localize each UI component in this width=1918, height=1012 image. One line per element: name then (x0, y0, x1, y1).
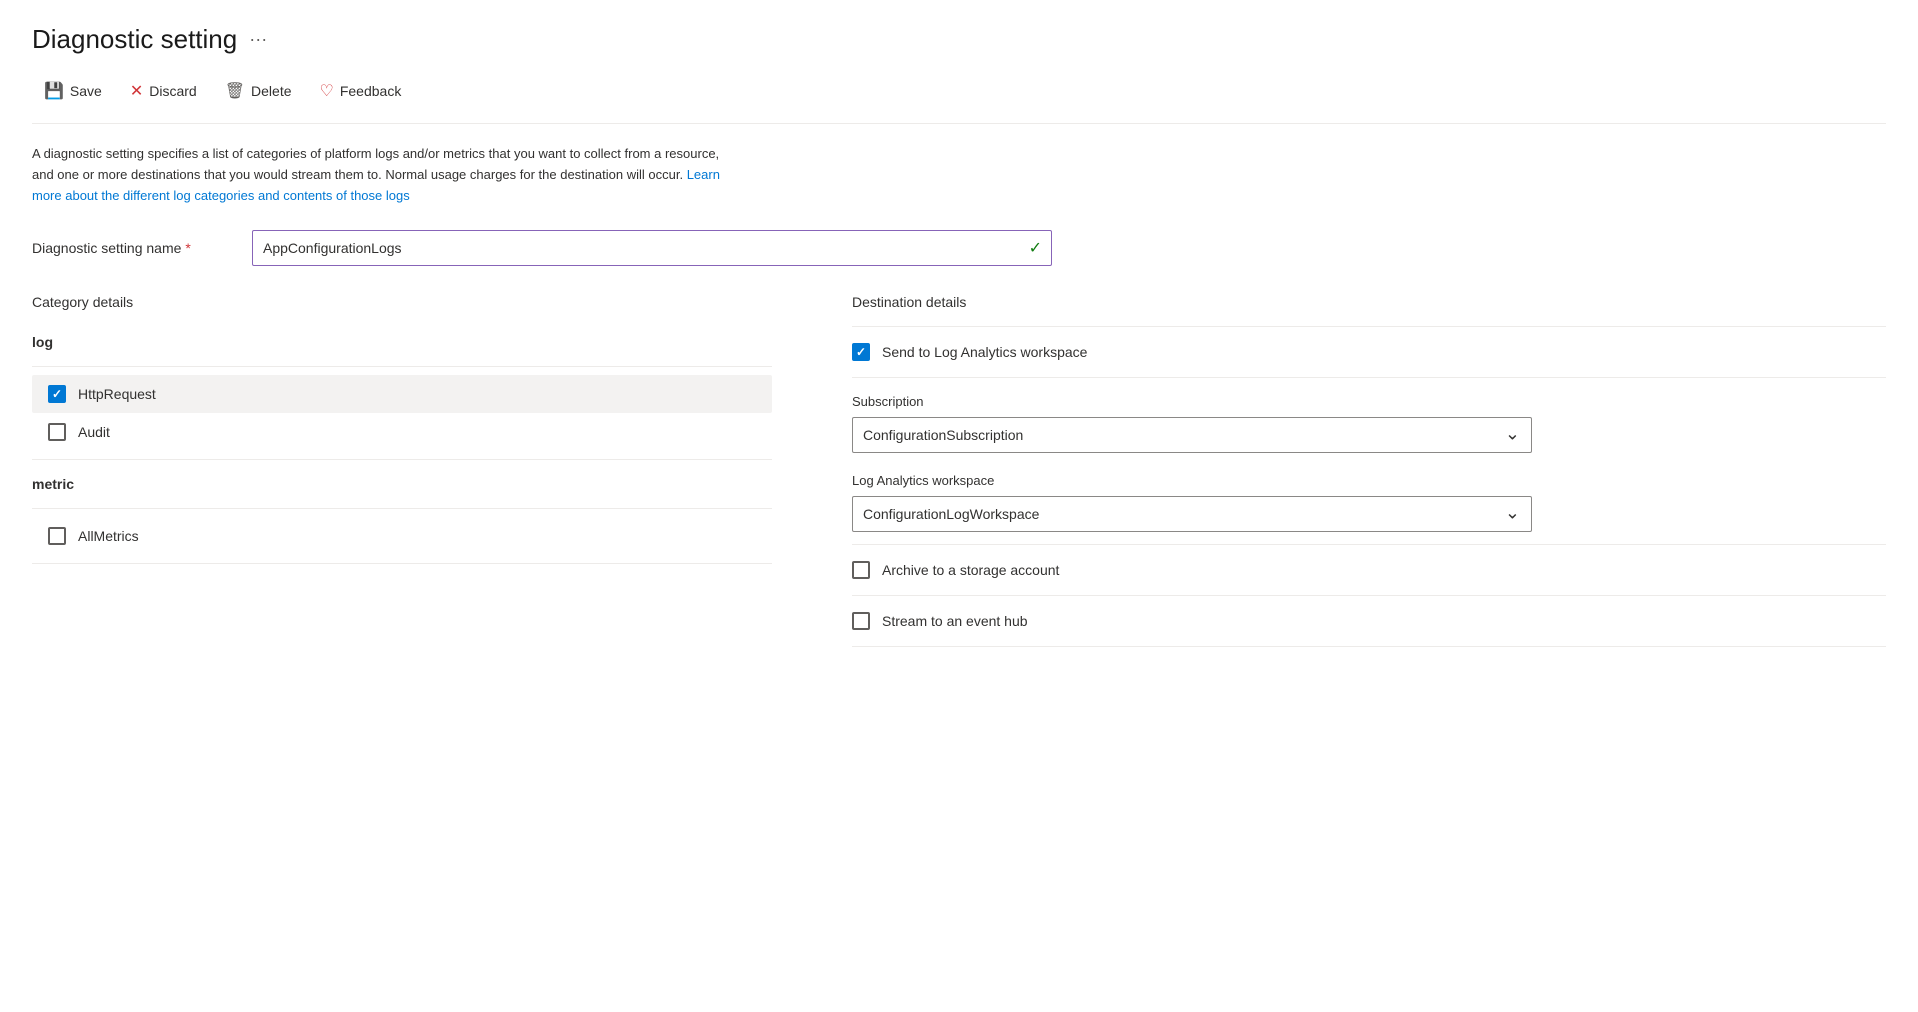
stream-event-hub-checkbox[interactable] (852, 612, 870, 630)
httprequest-label: HttpRequest (78, 386, 156, 402)
delete-icon: 🗑 (225, 81, 245, 101)
subscription-section: Subscription ConfigurationSubscription (852, 382, 1886, 461)
category-item-httprequest[interactable]: HttpRequest (32, 375, 772, 413)
archive-storage-checkbox[interactable] (852, 561, 870, 579)
category-details-header: Category details (32, 294, 772, 310)
metric-group-label: metric (32, 468, 772, 500)
required-indicator: * (185, 240, 190, 256)
allmetrics-label: AllMetrics (78, 528, 139, 544)
stream-divider (852, 595, 1886, 596)
archive-storage-item[interactable]: Archive to a storage account (852, 549, 1886, 591)
delete-button[interactable]: 🗑 Delete (213, 75, 304, 107)
setting-name-input[interactable] (252, 230, 1052, 266)
archive-storage-label: Archive to a storage account (882, 562, 1059, 578)
discard-button[interactable]: ✕ Discard (118, 75, 209, 107)
description-text: A diagnostic setting specifies a list of… (32, 144, 732, 206)
toolbar: 💾 Save ✕ Discard 🗑 Delete ♡ Feedback (32, 75, 1886, 124)
log-analytics-workspace-select-wrapper: ConfigurationLogWorkspace (852, 496, 1532, 532)
audit-checkbox[interactable] (48, 423, 66, 441)
log-group-label: log (32, 326, 772, 358)
log-analytics-divider-1 (852, 377, 1886, 378)
stream-event-hub-item[interactable]: Stream to an event hub (852, 600, 1886, 642)
save-icon: 💾 (44, 81, 64, 101)
page-options-menu[interactable]: ··· (249, 29, 267, 50)
send-to-log-analytics-checkbox[interactable] (852, 343, 870, 361)
send-to-log-analytics-item[interactable]: Send to Log Analytics workspace (852, 331, 1886, 373)
log-analytics-workspace-label: Log Analytics workspace (852, 473, 1886, 488)
setting-name-label: Diagnostic setting name * (32, 240, 252, 256)
archive-divider (852, 544, 1886, 545)
log-group-divider (32, 366, 772, 367)
stream-event-hub-label: Stream to an event hub (882, 613, 1028, 629)
subscription-select[interactable]: ConfigurationSubscription (852, 417, 1532, 453)
category-details-panel: Category details log HttpRequest Audit m… (32, 294, 772, 572)
log-category-section: log HttpRequest Audit metric AllMetrics (32, 326, 772, 564)
allmetrics-checkbox[interactable] (48, 527, 66, 545)
page-title: Diagnostic setting ··· (32, 24, 1886, 55)
dest-top-divider (852, 326, 1886, 327)
category-item-allmetrics[interactable]: AllMetrics (32, 517, 772, 555)
log-analytics-workspace-select[interactable]: ConfigurationLogWorkspace (852, 496, 1532, 532)
subscription-select-wrapper: ConfigurationSubscription (852, 417, 1532, 453)
setting-name-input-wrapper: ✓ (252, 230, 1052, 266)
discard-icon: ✕ (130, 81, 143, 101)
input-valid-icon: ✓ (1029, 238, 1042, 258)
log-metric-divider (32, 459, 772, 460)
audit-label: Audit (78, 424, 110, 440)
setting-name-row: Diagnostic setting name * ✓ (32, 230, 1886, 266)
destination-details-header: Destination details (852, 294, 1886, 310)
metrics-bottom-divider (32, 563, 772, 564)
subscription-label: Subscription (852, 394, 1886, 409)
destination-details-panel: Destination details Send to Log Analytic… (852, 294, 1886, 651)
feedback-icon: ♡ (320, 81, 334, 101)
send-to-log-analytics-label: Send to Log Analytics workspace (882, 344, 1087, 360)
stream-bottom-divider (852, 646, 1886, 647)
main-content: Category details log HttpRequest Audit m… (32, 294, 1886, 651)
save-button[interactable]: 💾 Save (32, 75, 114, 107)
metric-group-divider (32, 508, 772, 509)
feedback-button[interactable]: ♡ Feedback (308, 75, 414, 107)
log-analytics-workspace-section: Log Analytics workspace ConfigurationLog… (852, 461, 1886, 540)
category-item-audit[interactable]: Audit (32, 413, 772, 451)
httprequest-checkbox[interactable] (48, 385, 66, 403)
